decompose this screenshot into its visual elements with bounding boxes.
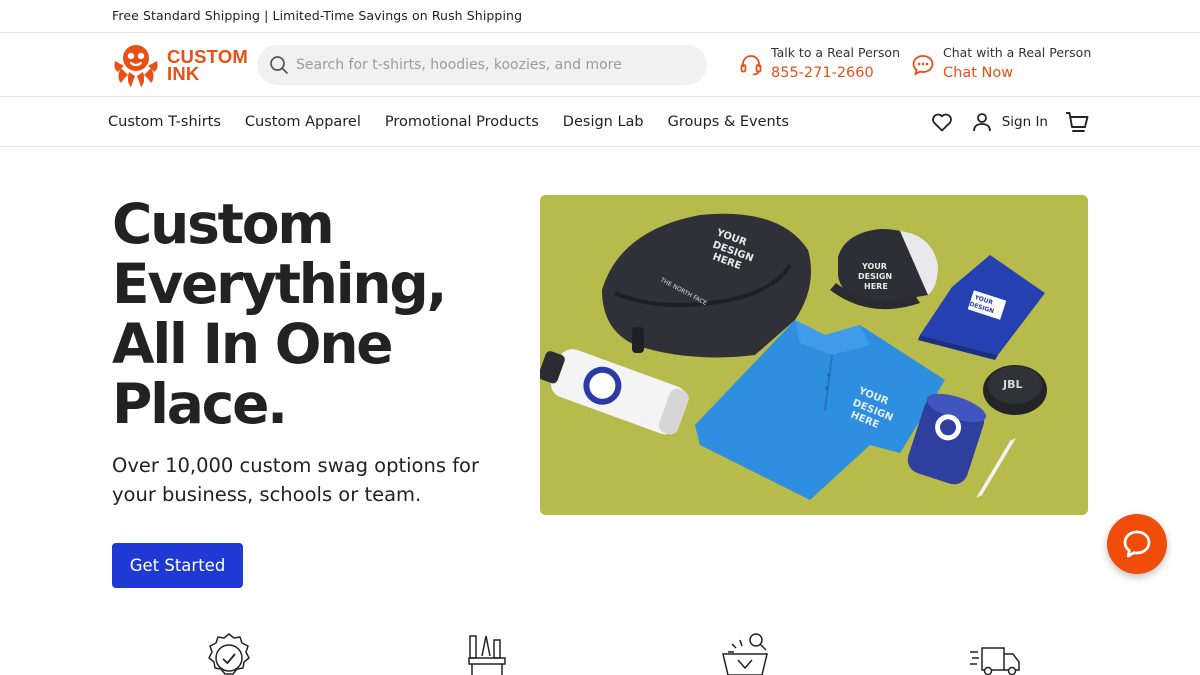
nav-item-promotional-products[interactable]: Promotional Products: [385, 114, 539, 130]
nav-items: Custom T-shirts Custom Apparel Promotion…: [108, 97, 813, 146]
delivery-truck-icon: [970, 647, 1020, 675]
phone-number-link[interactable]: 855-271-2660: [771, 62, 900, 84]
phone-contact[interactable]: Talk to a Real Person 855-271-2660: [739, 44, 900, 84]
svg-text:HERE: HERE: [864, 282, 888, 291]
product-collection-image[interactable]: THE NORTH FACE YOUR DESIGN HERE YOUR DES…: [540, 195, 1088, 515]
gift-basket-icon: [722, 633, 768, 675]
chat-icon: [912, 55, 934, 76]
headset-icon: [740, 55, 762, 76]
sign-in-link[interactable]: Sign In: [970, 110, 1048, 134]
speaker-product: JBL: [983, 365, 1047, 415]
hero-title-line: All In One: [112, 312, 394, 376]
main-nav: Custom T-shirts Custom Apparel Promotion…: [0, 97, 1200, 147]
hero-title: Custom Everything, All In One Place.: [112, 194, 532, 434]
nav-item-custom-tshirts[interactable]: Custom T-shirts: [108, 114, 221, 130]
design-tools-icon: [468, 635, 506, 675]
phone-label: Talk to a Real Person: [771, 45, 900, 60]
cart-icon[interactable]: [1064, 109, 1090, 135]
get-started-button[interactable]: Get Started: [112, 543, 243, 588]
sign-in-label: Sign In: [1001, 113, 1048, 130]
hero-title-line: Place.: [112, 372, 288, 436]
product-illustration: THE NORTH FACE YOUR DESIGN HERE YOUR DES…: [540, 195, 1088, 515]
search-bar: [257, 45, 707, 85]
svg-text:YOUR: YOUR: [861, 262, 887, 271]
octopus-logo-icon: [114, 45, 158, 87]
promo-bar: Free Standard Shipping | Limited-Time Sa…: [0, 0, 1200, 33]
heart-icon[interactable]: [930, 110, 954, 134]
nav-item-design-lab[interactable]: Design Lab: [563, 114, 644, 130]
chat-label: Chat with a Real Person: [943, 45, 1092, 60]
site-header: CUSTOM INK Talk to a Real Person 855-271…: [0, 33, 1200, 97]
promo-text[interactable]: Free Standard Shipping | Limited-Time Sa…: [112, 8, 522, 23]
search-input[interactable]: [296, 45, 696, 85]
hero-title-line: Everything,: [112, 252, 447, 316]
chat-bubble-icon: [1123, 530, 1151, 558]
hero-title-line: Custom: [112, 192, 335, 256]
speaker-brand-text: JBL: [1002, 378, 1023, 391]
search-icon[interactable]: [269, 55, 289, 75]
svg-text:DESIGN: DESIGN: [858, 272, 892, 281]
chat-now-link[interactable]: Chat Now: [943, 62, 1091, 84]
quality-badge-icon: [208, 633, 250, 675]
live-chat-button[interactable]: [1107, 514, 1167, 574]
nav-item-groups-events[interactable]: Groups & Events: [668, 114, 789, 130]
logo-wordmark: CUSTOM INK: [167, 47, 248, 84]
nav-utility: Sign In: [930, 97, 1090, 146]
custom-ink-logo[interactable]: CUSTOM INK: [112, 41, 248, 89]
nav-item-custom-apparel[interactable]: Custom Apparel: [245, 114, 361, 130]
chat-contact[interactable]: Chat with a Real Person Chat Now: [911, 44, 1091, 84]
hero-subtitle: Over 10,000 custom swag options for your…: [112, 454, 480, 506]
logo-line-2: INK: [167, 63, 200, 84]
user-icon: [972, 112, 991, 131]
